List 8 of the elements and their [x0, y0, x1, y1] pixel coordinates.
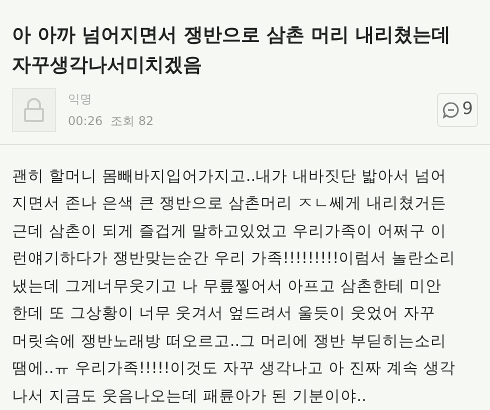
- author-name: 익명: [68, 91, 93, 108]
- view-count: 조회 82: [110, 113, 154, 130]
- post-time: 00:26: [68, 113, 103, 130]
- lock-icon: [23, 98, 45, 122]
- comment-button[interactable]: 9: [437, 93, 478, 127]
- speech-bubble-icon: [442, 101, 460, 119]
- post-title: 아 아까 넘어지면서 쟁반으로 삼촌 머리 내리쳤는데 자꾸생각나서미치겠음: [12, 23, 452, 78]
- post-body: 괜히 할머니 몸빼바지입어가지고..내가 내바짓단 밟아서 넘어 지면서 존나 은색 큰 쟁반으로 삼촌머리 ㅈㄴ쎄게 내리쳤거든 근데 삼촌이 되게 즐겁게 말하고있었고 우리가족이 어쩌구 이 런얘기하다가 쟁반맞는순간 우리 가족!!!!!!!!!이럼서 놀란소리 냈는데 그게너무웃기고 나 무릎찧어서 아프고 삼촌한테 미안 한데 또 그상황이 너무 웃겨서 엎드려서 울듯이 웃었어 자꾸 머릿속에 쟁반노래방 떠오르고..그 머리에 쟁반 부딛히는소리 땜에..ㅠ 우리가족!!!!!이것도 자꾸 생각나고 아 진짜 계속 생각 나서 지금도 웃음나오는데 패륜아가 된 기분이야..: [11, 166, 457, 406]
